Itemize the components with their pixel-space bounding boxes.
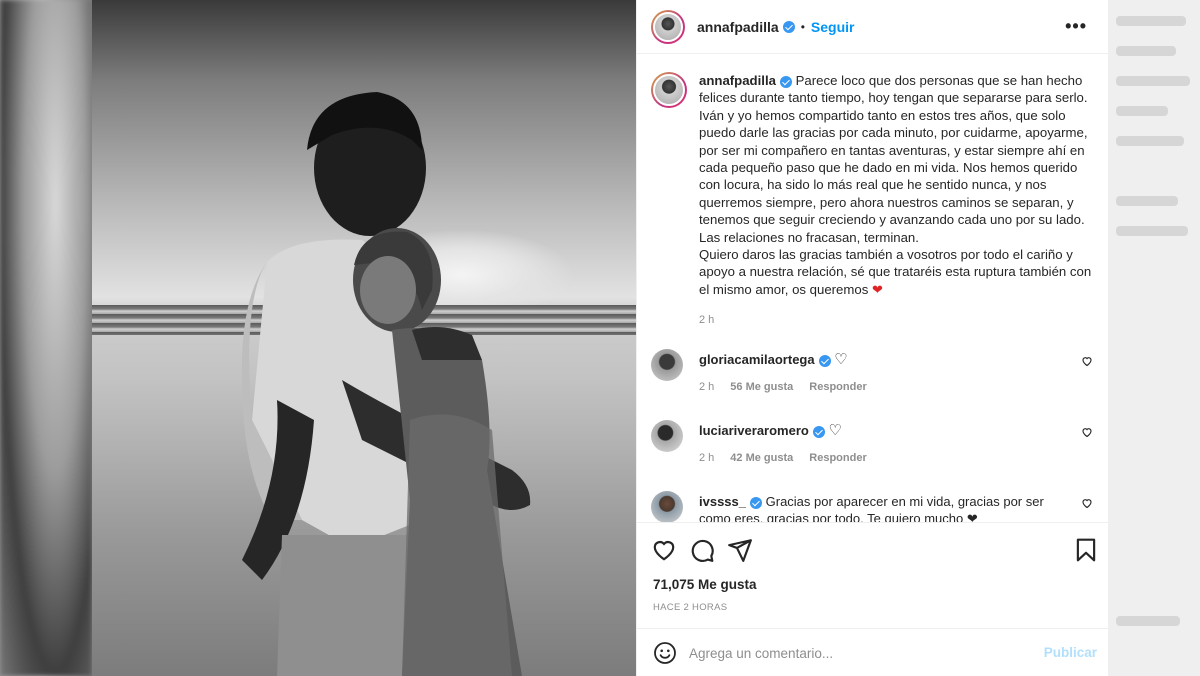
- couple-silhouette: [241, 92, 531, 676]
- post-action-bar: [637, 522, 1109, 576]
- comment-item: luciariveraromero ♡ 2 h 42 Me gusta Resp…: [651, 420, 1097, 480]
- caption-line-3: Quiero daros las gracias también a vosot…: [699, 247, 1092, 297]
- comment-likes[interactable]: 42 Me gusta: [730, 452, 793, 464]
- verified-badge: [750, 496, 762, 509]
- follow-button[interactable]: Seguir: [811, 19, 855, 35]
- commenter-username[interactable]: luciariveraromero: [699, 423, 809, 438]
- post-timestamp: HACE 2 HORAS: [653, 602, 728, 613]
- header-separator: •: [800, 19, 805, 34]
- blurred-background-right: [1108, 0, 1200, 676]
- verified-badge: [812, 425, 825, 438]
- verified-badge: [779, 75, 792, 88]
- emoji-icon[interactable]: [653, 641, 677, 665]
- caption-text: annafpadilla Parece loco que dos persona…: [699, 72, 1097, 298]
- red-heart-emoji: ❤: [871, 281, 884, 297]
- like-comment-heart-icon[interactable]: [1081, 355, 1093, 367]
- comment-likes[interactable]: 56 Me gusta: [730, 381, 793, 393]
- comment-icon[interactable]: [689, 537, 715, 563]
- comment-line: gloriacamilaortega ♡: [699, 351, 1047, 368]
- commenter-avatar[interactable]: [651, 349, 683, 381]
- comment-input[interactable]: [689, 639, 1019, 667]
- screenshot-stage: annafpadilla • Seguir ••• annafpadilla P…: [0, 0, 1200, 676]
- author-username[interactable]: annafpadilla: [697, 19, 779, 35]
- commenter-username[interactable]: ivssss_: [699, 494, 746, 509]
- comment-item: ivssss_ Gracias por aparecer en mi vida,…: [651, 491, 1097, 522]
- verified-badge: [818, 354, 831, 367]
- heart-icon[interactable]: [651, 537, 677, 563]
- publish-button[interactable]: Publicar: [1044, 645, 1097, 660]
- comment-line: ivssss_ Gracias por aparecer en mi vida,…: [699, 493, 1047, 522]
- post-side-panel: annafpadilla • Seguir ••• annafpadilla P…: [636, 0, 1109, 676]
- commenter-avatar[interactable]: [651, 491, 683, 522]
- comment-meta: 2 h 42 Me gusta Responder: [699, 452, 867, 464]
- caption-author-avatar[interactable]: [651, 72, 687, 108]
- author-avatar[interactable]: [651, 9, 685, 44]
- share-icon[interactable]: [727, 537, 753, 563]
- like-count[interactable]: 71,075 Me gusta: [653, 577, 757, 592]
- blurred-background-left: [0, 0, 92, 676]
- comment-time[interactable]: 2 h: [699, 452, 714, 464]
- comments-feed[interactable]: annafpadilla Parece loco que dos persona…: [637, 54, 1109, 522]
- reply-button[interactable]: Responder: [809, 381, 866, 393]
- caption-body: Parece loco que dos personas que se han …: [699, 73, 1088, 228]
- verified-badge: [782, 20, 795, 33]
- like-comment-heart-icon[interactable]: [1081, 497, 1093, 509]
- commenter-username[interactable]: gloriacamilaortega: [699, 352, 815, 367]
- commenter-avatar[interactable]: [651, 420, 683, 452]
- comment-item: gloriacamilaortega ♡ 2 h 56 Me gusta Res…: [651, 349, 1097, 409]
- comment-emoji: ♡: [834, 351, 848, 368]
- bookmark-icon[interactable]: [1073, 537, 1099, 563]
- post-photo[interactable]: [92, 0, 636, 676]
- comment-meta: 2 h 56 Me gusta Responder: [699, 381, 867, 393]
- reply-button[interactable]: Responder: [809, 452, 866, 464]
- comment-emoji: ♡: [828, 422, 842, 439]
- caption-block: annafpadilla Parece loco que dos persona…: [651, 72, 1097, 298]
- like-comment-heart-icon[interactable]: [1081, 426, 1093, 438]
- more-icon[interactable]: •••: [1065, 16, 1087, 37]
- caption-line-2: Las relaciones no fracasan, terminan.: [699, 229, 919, 245]
- comment-line: luciariveraromero ♡: [699, 422, 1047, 439]
- caption-author[interactable]: annafpadilla: [699, 73, 776, 88]
- post-header: annafpadilla • Seguir •••: [637, 0, 1109, 54]
- add-comment-bar: Publicar: [637, 628, 1109, 676]
- caption-timestamp[interactable]: 2 h: [699, 314, 714, 326]
- comment-time[interactable]: 2 h: [699, 381, 714, 393]
